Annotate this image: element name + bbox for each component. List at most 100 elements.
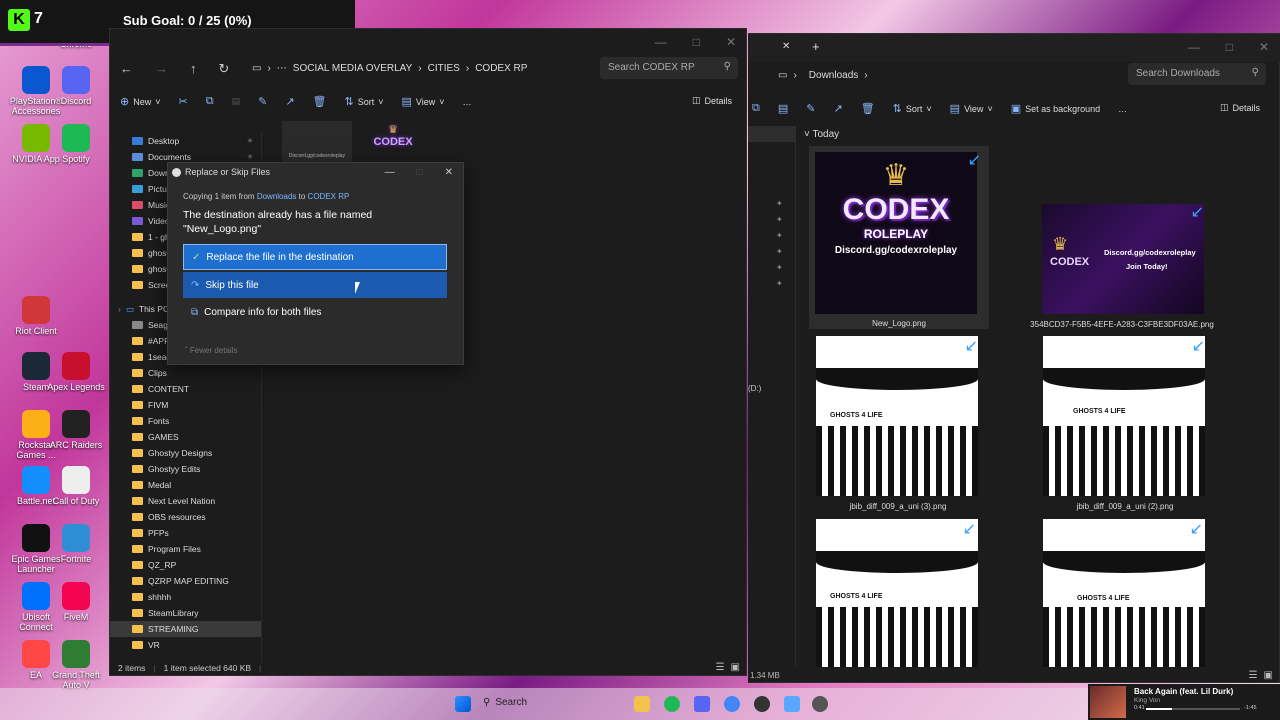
back-arrow-icon[interactable]: ← — [120, 61, 133, 77]
paste-icon[interactable]: ▤ — [232, 96, 241, 107]
media-progress-bar[interactable] — [1146, 708, 1240, 710]
taskbar-app-spotify-icon[interactable] — [664, 696, 680, 712]
share-icon[interactable]: ↗ — [833, 102, 842, 115]
rename-icon[interactable]: ✎ — [258, 95, 267, 108]
pin-icon[interactable]: ✳ — [247, 153, 253, 161]
sidebar-item-steamlibrary[interactable]: SteamLibrary — [110, 605, 261, 621]
up-arrow-icon[interactable]: ↑ — [190, 61, 197, 77]
sidebar-item-program-files[interactable]: Program Files — [110, 541, 261, 557]
fewer-details-toggle[interactable]: ˆ Fewer details — [185, 346, 237, 355]
sort-button[interactable]: ⇅ Sort ˅ — [893, 102, 932, 115]
taskbar-app-explorer-icon[interactable] — [634, 696, 650, 712]
tile-view-icon[interactable]: ▣ — [731, 662, 740, 673]
group-header-today[interactable]: ˅ Today — [804, 129, 839, 140]
set-background-button[interactable]: ▣ Set as background — [1011, 102, 1100, 115]
delete-icon[interactable]: 🗑 — [861, 102, 875, 115]
close-button[interactable]: ✕ — [726, 35, 736, 49]
taskbar-search[interactable]: ⚲ Search — [483, 697, 527, 708]
skip-option[interactable]: ↷ Skip this file — [183, 272, 447, 298]
sidebar-item-next-level-nation[interactable]: Next Level Nation — [110, 493, 261, 509]
breadcrumb-codex[interactable]: CODEX RP — [475, 63, 527, 74]
sidebar-item-qzrp-map-editing[interactable]: QZRP MAP EDITING — [110, 573, 261, 589]
sidebar-item-medal[interactable]: Medal — [110, 477, 261, 493]
start-windows-icon[interactable] — [455, 696, 471, 712]
desktop-icon-apex-legends[interactable]: Apex Legends — [44, 352, 108, 393]
sort-button[interactable]: ⇅ Sort ˅ — [345, 95, 384, 108]
sidebar-item-obs-resources[interactable]: OBS resources — [110, 509, 261, 525]
cut-icon[interactable]: ✂ — [179, 95, 188, 108]
pin-icon[interactable]: ✳ — [247, 137, 253, 145]
maximize-button[interactable]: □ — [1226, 40, 1233, 54]
view-button[interactable]: ▤ View ˅ — [950, 102, 993, 115]
file-item-banner[interactable]: ♛ CODEX Discord.gg/codexroleplay Join To… — [1030, 202, 1214, 332]
desktop-icon-riot-client[interactable]: Riot Client — [4, 296, 68, 337]
minimize-button[interactable]: — — [1188, 40, 1200, 54]
taskbar-app-chrome-icon[interactable] — [724, 696, 740, 712]
rename-icon[interactable]: ✎ — [806, 102, 815, 115]
sidebar-item-pfps[interactable]: PFPs — [110, 525, 261, 541]
list-view-icon[interactable]: ☰ — [1249, 670, 1258, 681]
more-button[interactable]: … — [463, 97, 472, 107]
copy-icon[interactable]: ⧉ — [206, 95, 214, 108]
destination-folder-link[interactable]: CODEX RP — [308, 192, 350, 201]
copy-icon[interactable]: ⧉ — [752, 102, 760, 115]
minimize-button[interactable]: — — [655, 35, 667, 49]
delete-icon[interactable]: 🗑 — [313, 95, 327, 108]
close-button[interactable]: ✕ — [1259, 40, 1269, 54]
breadcrumb-cities[interactable]: CITIES — [428, 63, 460, 74]
view-button[interactable]: ▤ View ˅ — [402, 95, 445, 108]
sidebar-item-fivm[interactable]: FIVM — [110, 397, 261, 413]
desktop-icon-discord[interactable]: Discord — [44, 66, 108, 107]
list-view-icon[interactable]: ☰ — [716, 662, 725, 673]
taskbar-app-settings-icon[interactable] — [784, 696, 800, 712]
desktop-icon-fortnite[interactable]: Fortnite — [44, 524, 108, 565]
refresh-icon[interactable]: ↻ — [219, 61, 230, 77]
sidebar-item-fonts[interactable]: Fonts — [110, 413, 261, 429]
sidebar-item-ghostyy-designs[interactable]: Ghostyy Designs — [110, 445, 261, 461]
ellipsis-icon[interactable]: ⋯ — [277, 63, 287, 74]
sidebar-item-vr[interactable]: VR — [110, 637, 261, 653]
sidebar-item-content[interactable]: CONTENT — [110, 381, 261, 397]
sidebar-item-games[interactable]: GAMES — [110, 429, 261, 445]
address-bar[interactable]: ▭ › ⋯ SOCIAL MEDIA OVERLAY › CITIES › CO… — [252, 63, 533, 74]
file-item-jbib-a[interactable]: GHOSTS 4 LIFE ↙ — [816, 519, 978, 667]
media-widget[interactable]: Back Again (feat. Lil Durk) King Von 0:4… — [1088, 684, 1280, 720]
sidebar-item-qz-rp[interactable]: QZ_RP — [110, 557, 261, 573]
taskbar-app-tool-icon[interactable] — [812, 696, 828, 712]
sidebar-item-ghostyy-edits[interactable]: Ghostyy Edits — [110, 461, 261, 477]
details-button[interactable]: ◫ Details — [692, 95, 732, 106]
minimize-button[interactable]: — — [385, 167, 395, 178]
search-input[interactable]: Search CODEX RP ⚲ — [600, 57, 738, 79]
maximize-button[interactable]: □ — [417, 167, 423, 178]
desktop-icon-grand-theft-auto-v[interactable]: Grand Theft Auto V — [44, 640, 108, 691]
desktop-icon-arc-raiders[interactable]: ARC Raiders — [44, 410, 108, 451]
paste-icon[interactable]: ▤ — [778, 102, 788, 115]
compare-option[interactable]: ⧉ Compare info for both files — [183, 299, 447, 325]
close-tab-icon[interactable]: ✕ — [782, 41, 790, 52]
address-bar-downloads[interactable]: ▭ › Downloads › — [778, 70, 868, 81]
sidebar-item-streaming[interactable]: STREAMING — [110, 621, 261, 637]
search-downloads-input[interactable]: Search Downloads ⚲ — [1128, 63, 1266, 85]
breadcrumb-downloads[interactable]: Downloads — [809, 70, 858, 81]
forward-arrow-icon[interactable]: → — [155, 61, 168, 77]
new-tab-button[interactable]: + — [812, 39, 820, 54]
source-folder-link[interactable]: Downloads — [257, 192, 297, 201]
share-icon[interactable]: ↗ — [285, 95, 294, 108]
maximize-button[interactable]: □ — [693, 35, 700, 49]
desktop-icon-call-of-duty[interactable]: Call of Duty — [44, 466, 108, 507]
details-button[interactable]: ◫ Details — [1220, 102, 1260, 113]
sidebar-item-desktop[interactable]: Desktop ✳ — [110, 133, 261, 149]
file-item-jbib-b[interactable]: GHOSTS 4 LIFE ↙ — [1043, 519, 1205, 667]
tile-view-icon[interactable]: ▣ — [1264, 670, 1273, 681]
sidebar-item-clips[interactable]: Clips — [110, 365, 261, 381]
new-button[interactable]: ⊕ New ˅ — [120, 95, 161, 108]
breadcrumb-social[interactable]: SOCIAL MEDIA OVERLAY — [293, 63, 412, 74]
file-thumbnail-2[interactable]: ♛ CODEX — [368, 123, 418, 167]
desktop-icon-fivem[interactable]: FiveM — [44, 582, 108, 623]
more-button[interactable]: … — [1118, 104, 1127, 114]
file-item-jbib-3[interactable]: GHOSTS 4 LIFE ↙ jbib_diff_009_a_uni (3).… — [816, 336, 980, 516]
taskbar-app-obs-icon[interactable] — [754, 696, 770, 712]
file-thumbnail-1[interactable]: Discord.gg/codexroleplay — [282, 121, 352, 167]
sidebar-item-shhhh[interactable]: shhhh — [110, 589, 261, 605]
file-item-jbib-2[interactable]: GHOSTS 4 LIFE ↙ jbib_diff_009_a_uni (2).… — [1043, 336, 1207, 516]
